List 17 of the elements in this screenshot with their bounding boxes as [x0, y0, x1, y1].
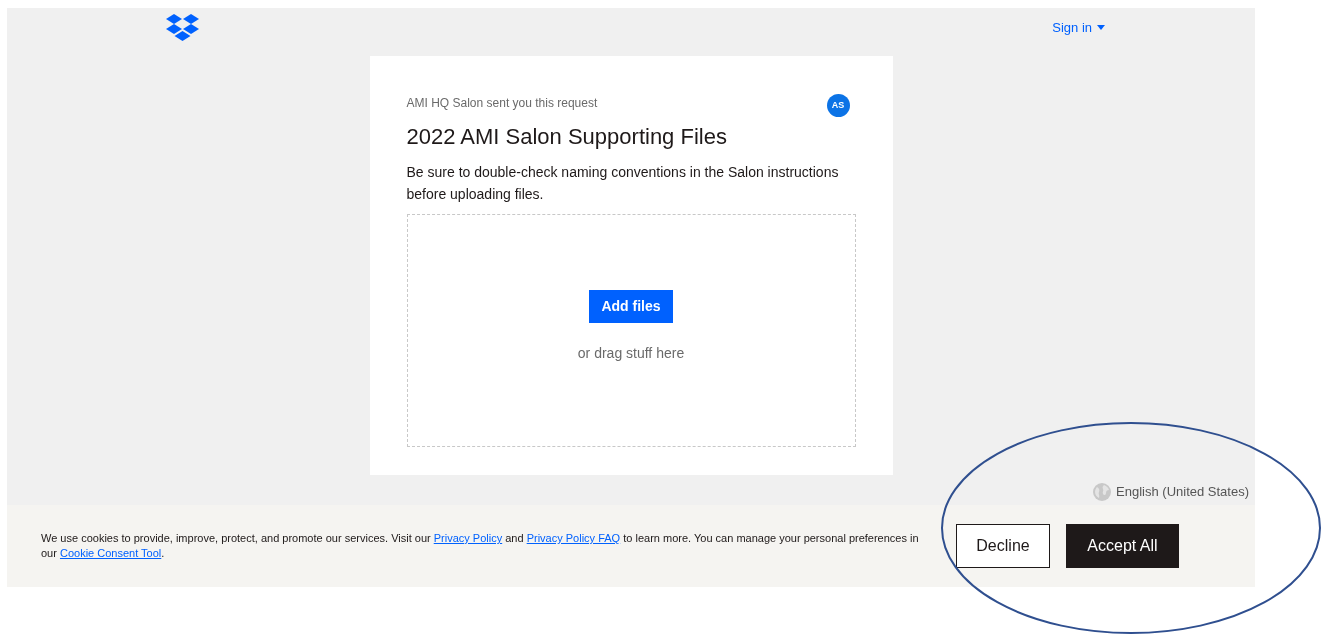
caret-icon	[1097, 25, 1105, 31]
policy-link[interactable]: Privacy Policy FAQ	[526, 532, 621, 544]
accept-button[interactable]: Accept All	[1066, 524, 1179, 568]
avatar: AS	[826, 94, 850, 117]
language-selector[interactable]: English (United States)	[1116, 482, 1249, 502]
request-title: 2022 AMI Salon Supporting Files	[406, 123, 728, 151]
dropbox-logo-icon[interactable]	[166, 14, 199, 42]
drop-zone[interactable]: Add files or drag stuff here	[406, 214, 856, 447]
decline-button[interactable]: Decline	[956, 524, 1050, 568]
sender-line: AMI HQ Salon sent you this request	[406, 95, 598, 112]
drop-hint: or drag stuff here	[577, 343, 685, 363]
request-description: Be sure to double-check naming conventions in the Salon instructions before uploading files.	[406, 163, 840, 204]
policy-link[interactable]: Privacy Policy	[433, 532, 503, 544]
globe-icon	[1093, 483, 1112, 501]
cookie-notice: We use cookies to provide, improve, protect, and promote our services. Visit our Privacy Policy and Privacy Policy FAQ to learn more. You can manage your personal preferences in our Cookie Consent Tool.	[41, 531, 920, 561]
sign-in-link[interactable]: Sign in	[1052, 18, 1105, 38]
add-files-button[interactable]: Add files	[589, 289, 673, 323]
